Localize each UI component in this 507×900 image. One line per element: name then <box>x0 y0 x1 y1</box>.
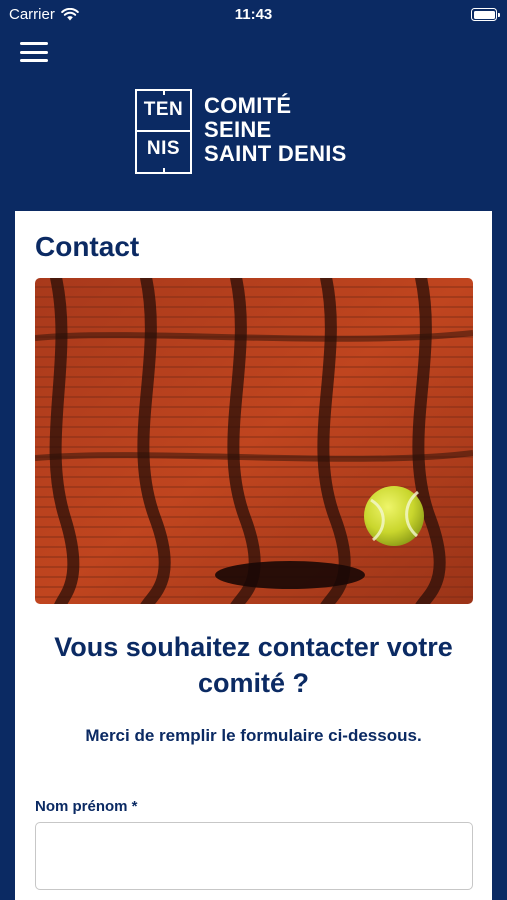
menu-bar-line <box>20 59 48 62</box>
name-field-label: Nom prénom * <box>35 798 138 815</box>
content-card: Contact Vous souhaitez contacter votre c… <box>15 211 492 900</box>
badge-text-bottom: NIS <box>146 138 181 159</box>
logo-line-3: SAINT DENIS <box>204 141 347 166</box>
hamburger-menu-icon[interactable] <box>20 40 48 64</box>
battery-level <box>473 10 495 19</box>
contact-heading: Vous souhaitez contacter votre comité ? <box>54 632 453 698</box>
battery-tip <box>498 12 500 17</box>
logo-line-2: SEINE <box>204 117 272 142</box>
form-instructions: Merci de remplir le formulaire ci-dessou… <box>85 726 422 745</box>
tennis-badge-icon: TEN NIS <box>135 89 192 174</box>
committee-logo[interactable]: TEN NIS COMITÉ SEINE SAINT DENIS <box>135 89 347 174</box>
badge-text-top: TEN <box>143 99 184 120</box>
clock: 11:43 <box>234 6 273 23</box>
status-bar: Carrier 11:43 <box>0 0 507 28</box>
logo-wordmark: COMITÉ SEINE SAINT DENIS <box>204 94 347 166</box>
badge-tick-top <box>163 89 165 95</box>
name-field[interactable] <box>35 822 473 890</box>
app-screen: Carrier 11:43 TEN NIS COMITÉ SEINE SAINT… <box>0 0 507 900</box>
menu-bar-line <box>20 42 48 45</box>
page-title: Contact <box>35 231 140 262</box>
badge-divider <box>137 130 190 132</box>
menu-bar-line <box>20 50 48 54</box>
tennis-ball-on-clay-image <box>35 278 473 604</box>
hero-image <box>35 278 473 604</box>
badge-tick-bottom <box>163 168 165 174</box>
battery-icon <box>471 8 500 21</box>
logo-line-1: COMITÉ <box>204 93 292 118</box>
